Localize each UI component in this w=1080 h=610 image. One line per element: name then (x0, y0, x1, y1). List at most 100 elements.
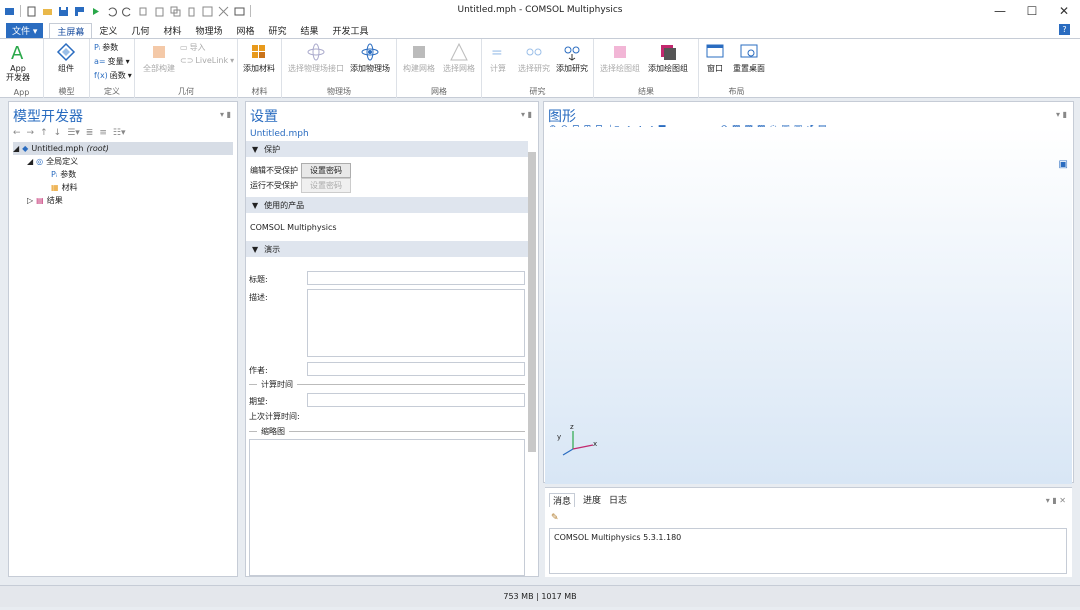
add-physics-button[interactable]: 添加物理场 (350, 42, 390, 73)
title-input[interactable] (307, 271, 525, 285)
expand-all-icon[interactable]: ≣ (86, 128, 94, 138)
tab-messages[interactable]: 消息 (549, 493, 576, 507)
tree-node-results[interactable]: ▷ ▤ 结果 (13, 194, 233, 207)
tab-developer[interactable]: 开发工具 (326, 23, 376, 38)
parameters-button[interactable]: Pᵢ 参数 (94, 42, 118, 53)
graphics-canvas[interactable]: ▣ z x y (545, 127, 1072, 484)
move-down-icon[interactable]: ↓ (54, 128, 62, 138)
undo-icon[interactable] (106, 6, 117, 17)
chevron-down-icon: ▾ (125, 57, 130, 66)
tree-node-materials[interactable]: ▦ 材料 (13, 181, 233, 194)
tab-home[interactable]: 主屏幕 (49, 23, 93, 38)
tab-definitions[interactable]: 定义 (92, 23, 124, 38)
build-mesh-button[interactable]: 构建网格 (403, 42, 435, 73)
collapse-arrow-icon[interactable]: ◢ (27, 157, 33, 166)
tab-study[interactable]: 研究 (261, 23, 293, 38)
divider (249, 384, 257, 385)
add-plot-button[interactable]: 添加绘图组 (648, 42, 688, 73)
tab-mesh[interactable]: 网格 (229, 23, 261, 38)
select-mesh-button[interactable]: 选择网格 (443, 42, 475, 73)
compute-button[interactable]: = 计算 (488, 42, 508, 73)
tab-physics[interactable]: 物理场 (188, 23, 229, 38)
livelink-label: LiveLink (195, 56, 229, 65)
section-protection[interactable]: ▼ 保护 (246, 141, 528, 157)
pi-icon: Pᵢ (94, 43, 101, 52)
tab-results[interactable]: 结果 (294, 23, 326, 38)
tree-node-global-definitions[interactable]: ◢ ◎ 全局定义 (13, 155, 233, 168)
last-compute-label: 上次计算时间: (249, 412, 300, 421)
paste-icon[interactable] (154, 6, 165, 17)
select-study-label: 选择研究 (518, 64, 550, 73)
tree-results-label: 结果 (46, 196, 63, 205)
add-material-button[interactable]: 添加材料 (243, 42, 275, 73)
pin-icon[interactable]: ▾ ▮ (1056, 110, 1067, 119)
author-input[interactable] (307, 362, 525, 376)
file-menu-button[interactable]: 文件 ▾ (6, 23, 44, 38)
tree-node-root[interactable]: ◢ ◆ Untitled.mph (root) (13, 142, 233, 155)
select-physics-button[interactable]: 选择物理场接口 (288, 42, 344, 73)
duplicate-icon[interactable] (170, 6, 181, 17)
minimize-button[interactable]: — (984, 0, 1016, 22)
tab-geometry[interactable]: 几何 (124, 23, 156, 38)
collapse-all-icon[interactable]: ≡ (99, 128, 107, 138)
move-up-icon[interactable]: ↑ (40, 128, 48, 138)
livelink-button[interactable]: ⊂⊃ LiveLink ▾ (180, 56, 234, 65)
run-icon[interactable] (90, 6, 101, 17)
select-study-button[interactable]: 选择研究 (518, 42, 550, 73)
select-mesh-label: 选择网格 (443, 64, 475, 73)
section-presentation[interactable]: ▼ 演示 (246, 241, 528, 257)
tab-progress[interactable]: 进度 (583, 493, 601, 507)
list-options-icon[interactable]: ☷▾ (113, 128, 126, 138)
atom-icon (307, 43, 325, 61)
expand-arrow-icon[interactable]: ▷ (27, 196, 33, 205)
forward-arrow-icon[interactable]: → (27, 128, 35, 138)
pin-icon[interactable]: ▾ ▮ ✕ (1046, 496, 1066, 505)
reset-desktop-button[interactable]: 重置桌面 (733, 42, 765, 73)
mesh-icon[interactable] (218, 6, 229, 17)
variables-button[interactable]: a= 变量 ▾ (94, 56, 130, 67)
back-arrow-icon[interactable]: ← (13, 128, 21, 138)
open-folder-icon[interactable] (42, 6, 53, 17)
pin-icon[interactable]: ▾ ▮ (220, 110, 231, 119)
maximize-button[interactable]: ☐ (1016, 0, 1048, 22)
app-builder-label: App 开发器 (6, 64, 30, 82)
tab-materials[interactable]: 材料 (156, 23, 188, 38)
component-button[interactable]: 组件 (56, 42, 76, 73)
plot-group-icon (614, 46, 626, 58)
build-all-icon[interactable] (202, 6, 213, 17)
build-all-button[interactable]: 全部构建 (143, 42, 175, 73)
windows-button[interactable]: 窗口 (705, 42, 725, 73)
collapse-arrow-icon[interactable]: ◢ (13, 144, 19, 153)
set-run-password-button[interactable]: 设置密码 (301, 178, 351, 193)
filter-icon[interactable]: ☰▾ (67, 128, 80, 138)
graphics-side-icon[interactable]: ▣ (1059, 159, 1068, 170)
thumbnail-box[interactable] (249, 439, 525, 576)
set-edit-password-button[interactable]: 设置密码 (301, 163, 351, 178)
tree-node-parameters[interactable]: Pᵢ 参数 (13, 168, 233, 181)
functions-button[interactable]: f(x) 函数 ▾ (94, 70, 132, 81)
screenshot-icon[interactable] (234, 6, 245, 17)
ribbon-group-app: A App 开发器 App (0, 39, 44, 98)
add-physics-label: 添加物理场 (350, 64, 390, 73)
save-icon[interactable] (58, 6, 69, 17)
import-label: 导入 (189, 43, 206, 52)
new-file-icon[interactable] (26, 6, 37, 17)
app-builder-button[interactable]: A App 开发器 (6, 42, 30, 82)
import-button[interactable]: ▭ 导入 (180, 42, 206, 53)
description-textarea[interactable] (307, 289, 525, 357)
add-study-button[interactable]: 添加研究 (556, 42, 588, 73)
tree-global-label: 全局定义 (46, 157, 79, 166)
expected-input[interactable] (307, 393, 525, 407)
delete-icon[interactable] (186, 6, 197, 17)
copy-icon[interactable] (138, 6, 149, 17)
pin-icon[interactable]: ▾ ▮ (521, 110, 532, 119)
section-products-used[interactable]: ▼ 使用的产品 (246, 197, 528, 213)
close-button[interactable]: ✕ (1048, 0, 1080, 22)
settings-scrollbar[interactable] (528, 152, 536, 452)
help-button[interactable]: ? (1059, 24, 1070, 35)
tab-log[interactable]: 日志 (609, 493, 627, 507)
save-as-icon[interactable] (74, 6, 85, 17)
select-plot-button[interactable]: 选择绘图组 (600, 42, 640, 73)
redo-icon[interactable] (122, 6, 133, 17)
clear-messages-icon[interactable]: ✎ (551, 513, 559, 523)
